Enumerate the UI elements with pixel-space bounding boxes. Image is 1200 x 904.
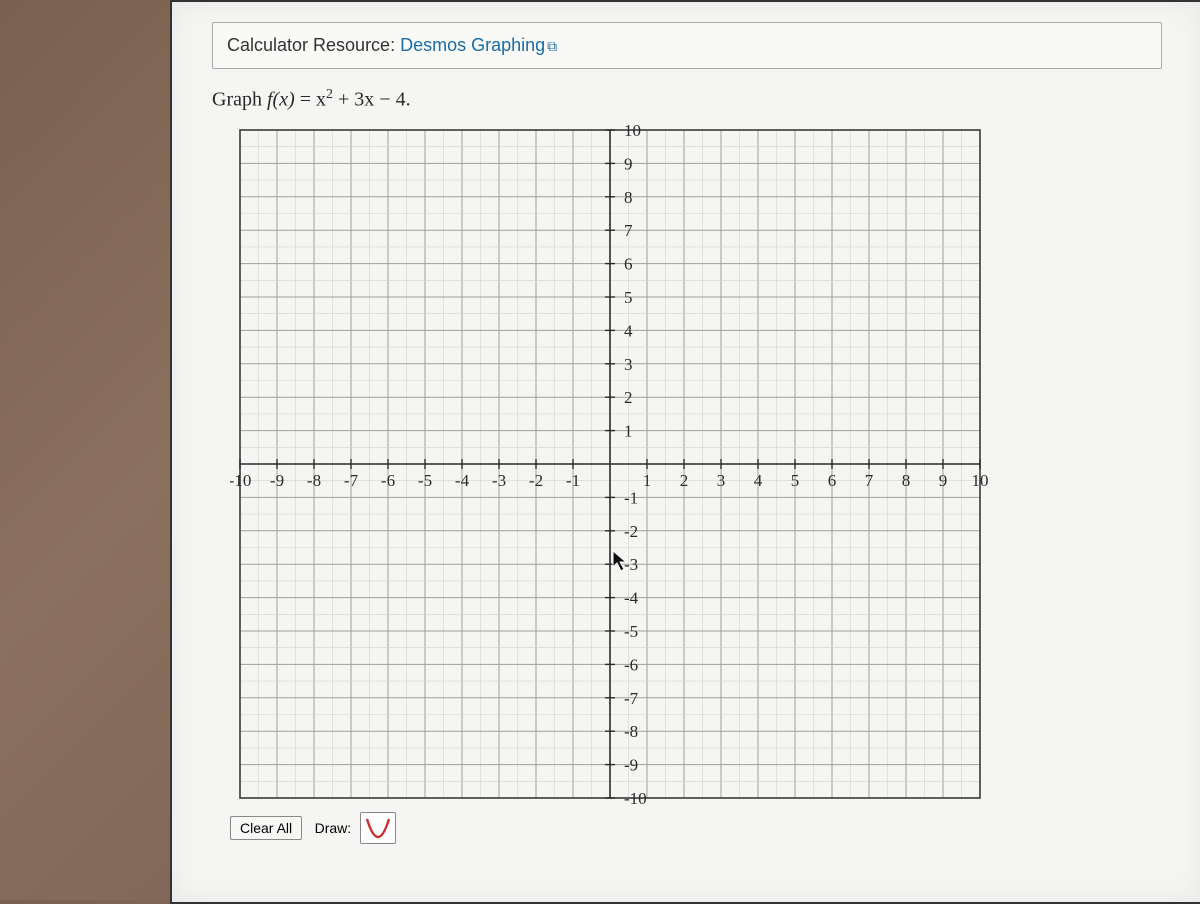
x-tick-label: -4 [455,471,470,490]
y-tick-label: 9 [624,154,633,173]
calculator-resource-box: Calculator Resource: Desmos Graphing⧉ [212,22,1162,69]
x-tick-label: -5 [418,471,432,490]
x-tick-label: -3 [492,471,506,490]
graph-toolbar: Clear All Draw: [230,812,1200,844]
y-tick-label: 4 [624,321,633,340]
prompt-exp: 2 [326,87,333,102]
x-tick-label: 8 [902,471,911,490]
x-tick-label: -9 [270,471,284,490]
app-screen: Calculator Resource: Desmos Graphing⧉ Gr… [170,0,1200,904]
y-tick-label: 6 [624,254,633,273]
y-tick-label: -7 [624,688,639,707]
x-tick-label: 1 [643,471,652,490]
prompt-mid: = x [295,89,326,111]
clear-all-button[interactable]: Clear All [230,816,302,840]
y-tick-label: 8 [624,187,633,206]
x-tick-label: 2 [680,471,689,490]
y-tick-label: 7 [624,221,633,240]
y-tick-label: 3 [624,354,633,373]
prompt-post: + 3x − 4. [333,89,411,111]
y-tick-label: -8 [624,722,638,741]
prompt-fn: f(x) [267,89,295,111]
y-tick-label: 10 [624,124,641,140]
y-tick-label: -10 [624,789,647,804]
x-tick-label: -2 [529,471,543,490]
y-tick-label: 2 [624,388,633,407]
desmos-link[interactable]: Desmos Graphing [400,35,545,55]
y-tick-label: 5 [624,288,633,307]
y-tick-label: -4 [624,588,639,607]
x-tick-label: 4 [754,471,763,490]
y-tick-label: -1 [624,488,638,507]
x-tick-label: -7 [344,471,359,490]
y-tick-label: -9 [624,755,638,774]
draw-label: Draw: [315,820,352,836]
y-tick-label: -6 [624,655,638,674]
x-tick-label: 3 [717,471,726,490]
y-tick-label: 1 [624,421,633,440]
x-tick-label: 5 [791,471,800,490]
external-link-icon: ⧉ [547,38,557,54]
coordinate-grid: -10 -9 -8 -7 -6 -5 -4 -3 -2 -1 1 2 3 4 5 6 7 8 9 10 10 9 8 7 6 5… [230,124,990,804]
y-tick-label: -5 [624,622,638,641]
y-tick-label: -2 [624,521,638,540]
draw-parabola-button[interactable] [360,812,396,844]
x-tick-label: 10 [972,471,989,490]
x-tick-label: -8 [307,471,321,490]
resource-prefix: Calculator Resource: [227,35,400,55]
graph-canvas[interactable]: -10 -9 -8 -7 -6 -5 -4 -3 -2 -1 1 2 3 4 5 6 7 8 9 10 10 9 8 7 6 5… [230,124,990,804]
x-tick-label: 7 [865,471,874,490]
x-tick-label: -10 [230,471,251,490]
prompt-pre: Graph [212,89,267,111]
x-tick-label: -6 [381,471,395,490]
question-prompt: Graph f(x) = x2 + 3x − 4. [212,87,1162,112]
x-tick-label: -1 [566,471,580,490]
x-tick-label: 6 [828,471,837,490]
x-tick-label: 9 [939,471,948,490]
